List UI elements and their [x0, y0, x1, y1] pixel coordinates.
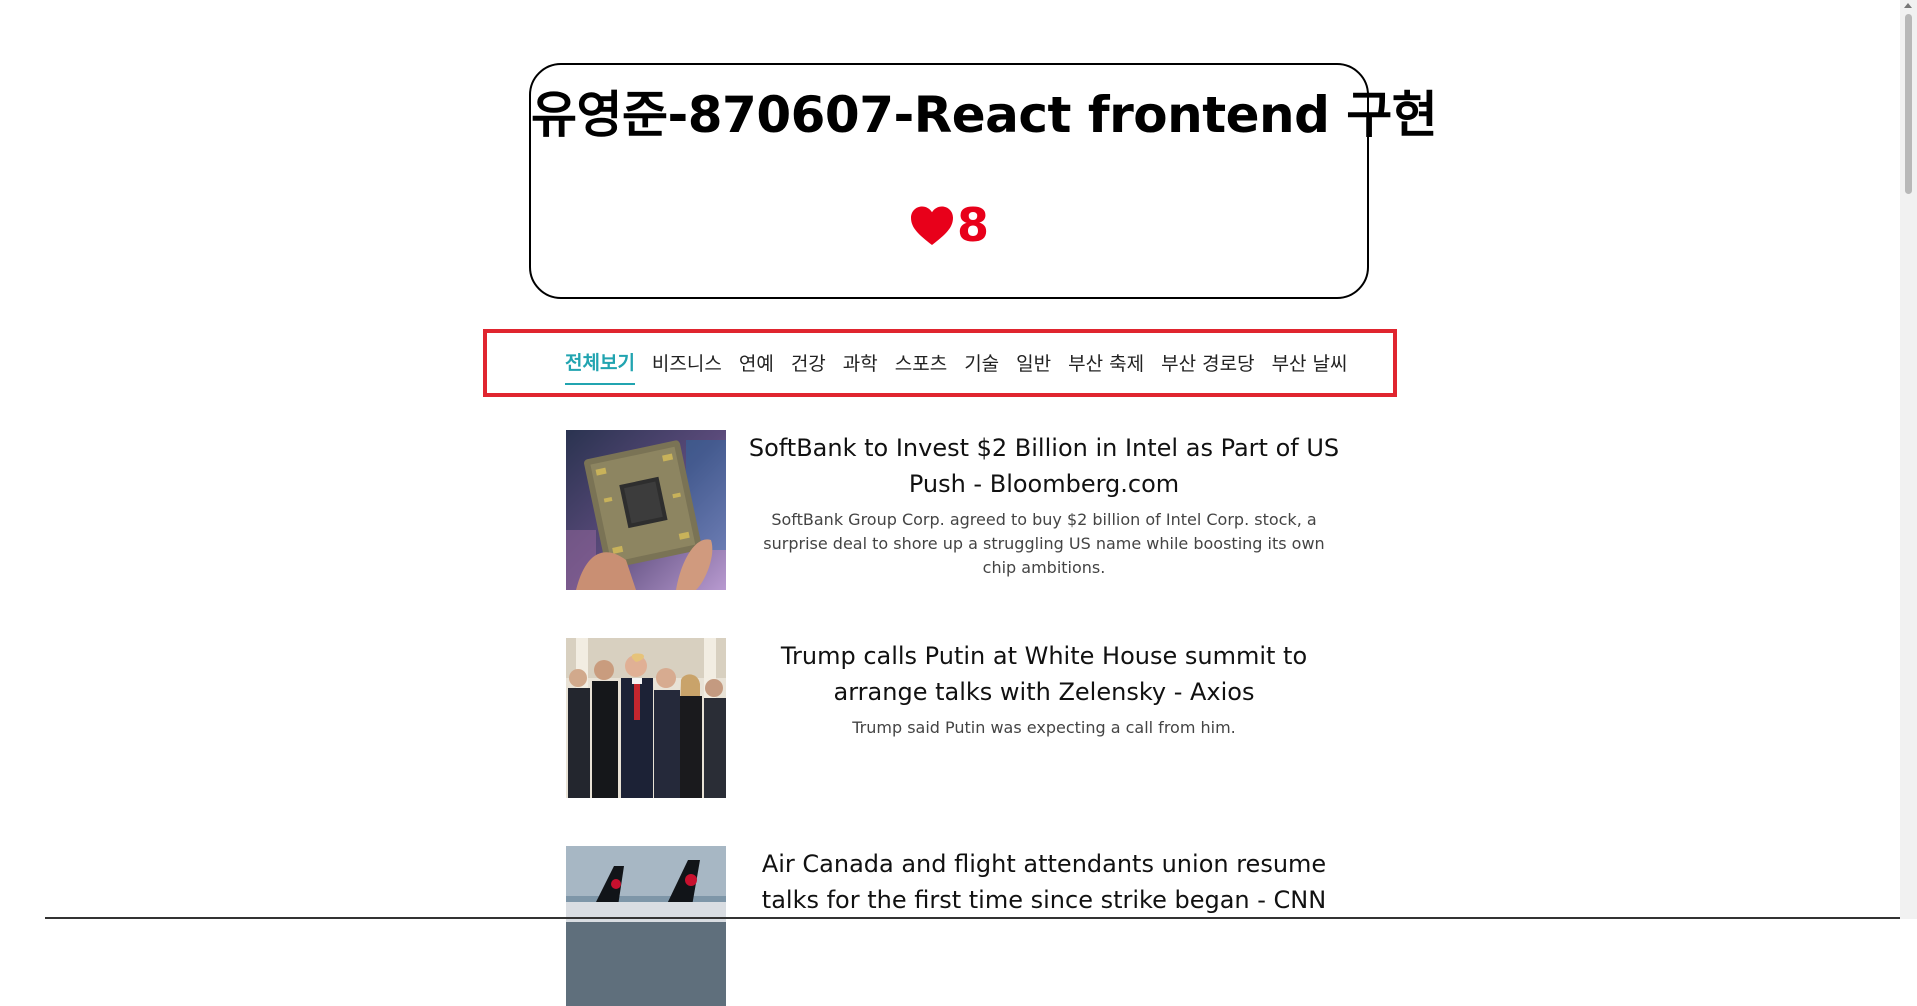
scroll-up-arrow-icon[interactable] — [1904, 3, 1912, 8]
category-tab-sports[interactable]: 스포츠 — [895, 343, 947, 384]
article-thumbnail[interactable] — [566, 846, 726, 1006]
category-tab-general[interactable]: 일반 — [1016, 343, 1051, 384]
news-article[interactable]: Air Canada and flight attendants union r… — [566, 846, 1346, 1006]
article-title[interactable]: SoftBank to Invest $2 Billion in Intel a… — [748, 430, 1340, 502]
vertical-scrollbar[interactable] — [1900, 0, 1917, 919]
news-article[interactable]: SoftBank to Invest $2 Billion in Intel a… — [566, 430, 1346, 590]
article-title[interactable]: Air Canada and flight attendants union r… — [748, 846, 1340, 918]
header-card: 유영준-870607-React frontend 구현 8 — [529, 63, 1438, 299]
article-text: Trump calls Putin at White House summit … — [748, 638, 1340, 740]
category-nav: 전체보기 비즈니스 연예 건강 과학 스포츠 기술 일반 부산 축제 부산 경로… — [565, 342, 1365, 385]
article-title[interactable]: Trump calls Putin at White House summit … — [748, 638, 1340, 710]
page-title: 유영준-870607-React frontend 구현 — [531, 86, 1438, 144]
article-thumbnail[interactable] — [566, 430, 726, 590]
like-count: 8 — [956, 198, 989, 252]
scrollbar-thumb[interactable] — [1905, 14, 1912, 194]
heart-icon[interactable] — [909, 204, 955, 246]
article-text: SoftBank to Invest $2 Billion in Intel a… — [748, 430, 1340, 580]
category-tab-technology[interactable]: 기술 — [964, 343, 999, 384]
category-tab-science[interactable]: 과학 — [843, 343, 878, 384]
chip-in-hand-image — [566, 430, 726, 590]
category-tab-business[interactable]: 비즈니스 — [652, 343, 722, 384]
news-article[interactable]: Trump calls Putin at White House summit … — [566, 638, 1346, 798]
article-description: Trump said Putin was expecting a call fr… — [852, 718, 1236, 737]
like-counter[interactable]: 8 — [531, 185, 1367, 265]
category-tab-health[interactable]: 건강 — [791, 343, 826, 384]
category-tab-busan-weather[interactable]: 부산 날씨 — [1272, 343, 1348, 384]
category-tab-entertainment[interactable]: 연예 — [739, 343, 774, 384]
white-house-summit-image — [566, 638, 726, 798]
category-tab-busan-festival[interactable]: 부산 축제 — [1068, 343, 1144, 384]
category-tab-all[interactable]: 전체보기 — [565, 342, 635, 385]
article-description: SoftBank Group Corp. agreed to buy $2 bi… — [763, 510, 1325, 577]
article-thumbnail[interactable] — [566, 638, 726, 798]
article-text: Air Canada and flight attendants union r… — [748, 846, 1340, 918]
air-canada-planes-image — [566, 846, 726, 1006]
category-tab-busan-senior-center[interactable]: 부산 경로당 — [1161, 343, 1254, 384]
